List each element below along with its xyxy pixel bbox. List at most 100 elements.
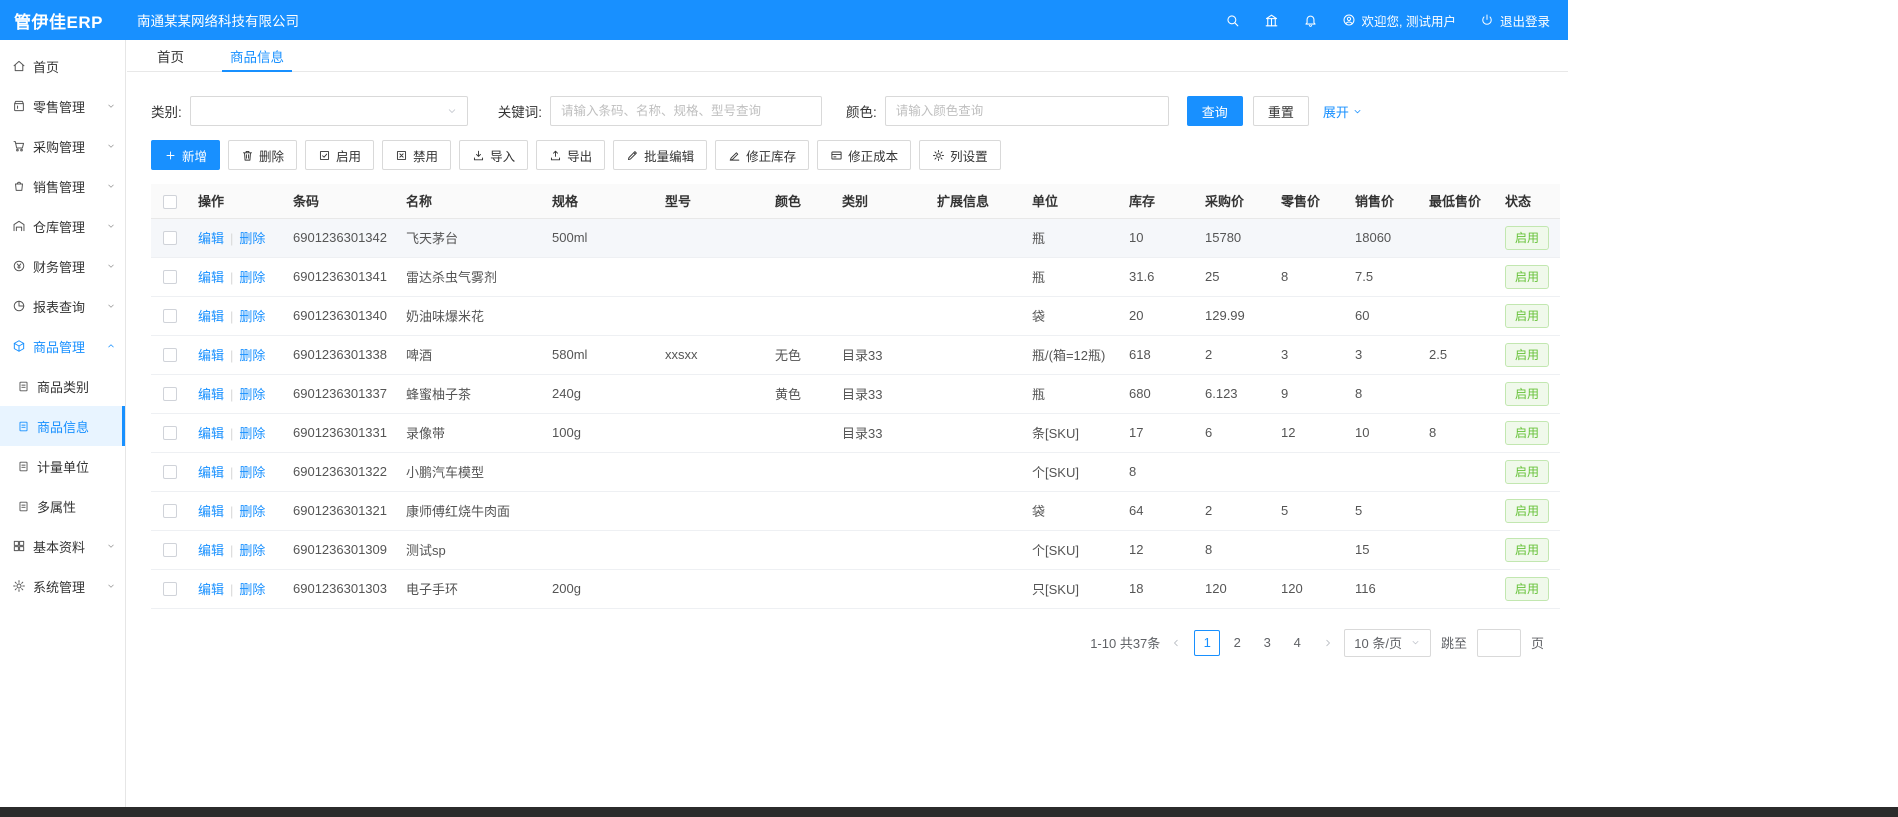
delete-button[interactable]: 删除 [228,140,297,170]
sidebar-item-sales[interactable]: 销售管理 [0,166,125,206]
reset-button[interactable]: 重置 [1253,96,1309,126]
delete-link[interactable]: 删除 [239,387,265,402]
page-button-2[interactable]: 2 [1224,630,1250,656]
import-button[interactable]: 导入 [459,140,528,170]
edit-link[interactable]: 编辑 [198,465,224,480]
row-checkbox[interactable] [163,231,177,245]
table-cell: 小鹏汽车模型 [396,452,542,491]
table-cell [832,491,927,530]
sidebar-item-report[interactable]: 报表查询 [0,286,125,326]
sidebar-subitem-multi-attribute[interactable]: 多属性 [0,486,125,526]
delete-link[interactable]: 删除 [239,543,265,558]
table-row: 编辑|删除6901236301321康师傅红烧牛肉面袋64255启用 [151,491,1560,530]
doc-icon [17,500,30,513]
chevron-down-icon [1410,637,1421,648]
delete-link[interactable]: 删除 [239,270,265,285]
export-button[interactable]: 导出 [536,140,605,170]
column-settings-button[interactable]: 列设置 [919,140,1001,170]
edit-link[interactable]: 编辑 [198,543,224,558]
table-cell [542,452,655,491]
sidebar-item-system[interactable]: 系统管理 [0,566,125,606]
system-icon [12,579,26,593]
table-cell: 64 [1119,491,1195,530]
sidebar-item-product[interactable]: 商品管理 [0,326,125,366]
add-button[interactable]: 新增 [151,140,220,170]
page-size-select[interactable]: 10 条/页 [1344,629,1431,657]
sidebar-item-warehouse[interactable]: 仓库管理 [0,206,125,246]
sidebar-item-basic[interactable]: 基本资料 [0,526,125,566]
sidebar-item-retail[interactable]: 零售管理 [0,86,125,126]
table-cell [542,530,655,569]
table-cell: 6901236301340 [283,296,396,335]
delete-link[interactable]: 删除 [239,465,265,480]
row-checkbox[interactable] [163,465,177,479]
sidebar-item-purchase[interactable]: 采购管理 [0,126,125,166]
bell-icon[interactable] [1303,13,1318,28]
edit-link[interactable]: 编辑 [198,309,224,324]
edit-link[interactable]: 编辑 [198,270,224,285]
sidebar-item-home[interactable]: 首页 [0,46,125,86]
link-separator: | [230,582,233,597]
row-checkbox[interactable] [163,309,177,323]
edit-link[interactable]: 编辑 [198,504,224,519]
link-separator: | [230,504,233,519]
page-button-1[interactable]: 1 [1194,630,1220,656]
row-checkbox[interactable] [163,504,177,518]
search-icon[interactable] [1225,13,1240,28]
page-button-4[interactable]: 4 [1284,630,1310,656]
chevron-down-icon [1352,106,1363,117]
delete-link[interactable]: 删除 [239,348,265,363]
welcome-user[interactable]: 欢迎您, 测试用户 [1342,11,1456,30]
row-checkbox[interactable] [163,426,177,440]
select-all-checkbox[interactable] [163,195,177,209]
next-page-button[interactable] [1322,637,1334,649]
jump-page-input[interactable] [1477,629,1521,657]
edit-link[interactable]: 编辑 [198,426,224,441]
sidebar-item-label: 财务管理 [33,257,106,276]
table-row: 编辑|删除6901236301342飞天茅台500ml瓶101578018060… [151,218,1560,257]
expand-toggle[interactable]: 展开 [1323,102,1363,121]
edit-link[interactable]: 编辑 [198,348,224,363]
logout-button[interactable]: 退出登录 [1480,11,1550,30]
correct-stock-button[interactable]: 修正库存 [715,140,809,170]
table-cell: 3 [1345,335,1419,374]
row-checkbox[interactable] [163,348,177,362]
table-cell: 瓶 [1022,218,1119,257]
sidebar-item-label: 报表查询 [33,297,106,316]
category-select[interactable] [190,96,468,126]
row-checkbox[interactable] [163,270,177,284]
page-button-3[interactable]: 3 [1254,630,1280,656]
delete-link[interactable]: 删除 [239,309,265,324]
bank-icon[interactable] [1264,13,1279,28]
search-button[interactable]: 查询 [1187,96,1243,126]
sidebar-subitem-product-category[interactable]: 商品类别 [0,366,125,406]
sidebar-subitem-measure-unit[interactable]: 计量单位 [0,446,125,486]
enable-button[interactable]: 启用 [305,140,374,170]
delete-link[interactable]: 删除 [239,582,265,597]
tab-home[interactable]: 首页 [157,40,184,71]
row-checkbox[interactable] [163,543,177,557]
disable-button[interactable]: 禁用 [382,140,451,170]
edit-link[interactable]: 编辑 [198,582,224,597]
delete-link[interactable]: 删除 [239,426,265,441]
link-separator: | [230,309,233,324]
edit-link[interactable]: 编辑 [198,387,224,402]
correct-cost-button[interactable]: 修正成本 [817,140,911,170]
row-actions: 编辑 | 删除 [188,491,283,530]
delete-link[interactable]: 删除 [239,504,265,519]
delete-link[interactable]: 删除 [239,231,265,246]
color-input[interactable] [885,96,1169,126]
table-cell [655,569,765,608]
batch-edit-button[interactable]: 批量编辑 [613,140,707,170]
sidebar-item-finance[interactable]: 财务管理 [0,246,125,286]
table-cell: 12 [1119,530,1195,569]
table-cell [927,257,1022,296]
row-checkbox[interactable] [163,387,177,401]
sidebar-subitem-product-info[interactable]: 商品信息 [0,406,125,446]
table-cell: 6901236301322 [283,452,396,491]
row-checkbox[interactable] [163,582,177,596]
edit-link[interactable]: 编辑 [198,231,224,246]
tab-product-info[interactable]: 商品信息 [230,40,284,71]
keyword-input[interactable] [550,96,822,126]
prev-page-button[interactable] [1170,637,1182,649]
